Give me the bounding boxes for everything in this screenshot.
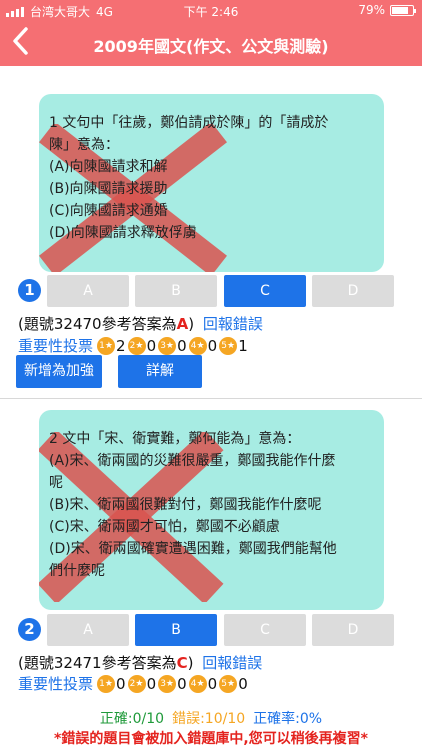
option-d-text: (D)宋、衛兩國確實遭遇困難，鄭國我們能幫他: [49, 541, 337, 557]
option-d-button[interactable]: D: [312, 614, 394, 646]
importance-vote: 重要性投票 1★ 2 2★ 0 3★ 0 4★ 0 5★ 1: [18, 335, 250, 356]
vote-count: 0: [207, 336, 218, 355]
page-title: 2009年國文(作文、公文與測驗): [93, 37, 329, 56]
vote-count: 0: [207, 674, 218, 693]
score-stats: 正確:0/10 錯誤:10/10 正確率:0%: [0, 708, 422, 728]
option-a-text-cont: 呢: [49, 475, 63, 491]
reference-answer-letter: C: [176, 654, 188, 672]
option-a-text: (A)宋、衛兩國的災難很嚴重，鄭國我能作什麼: [49, 453, 336, 469]
reference-answer: (題號32471參考答案為C) 回報錯誤: [18, 652, 262, 673]
answer-row-1: 1 A B C D: [18, 275, 398, 307]
option-d-button[interactable]: D: [312, 275, 394, 307]
wrong-bank-notice: *錯誤的題目會被加入錯題庫中,您可以稍後再複習*: [54, 731, 368, 747]
option-b-button[interactable]: B: [135, 614, 217, 646]
explanation-button[interactable]: 詳解: [118, 355, 202, 388]
reference-suffix: ): [187, 654, 194, 672]
answer-row-2: 2 A B C D: [18, 614, 398, 646]
status-right: 79%: [358, 3, 416, 17]
star-3-icon[interactable]: 3★: [158, 674, 177, 693]
vote-label: 重要性投票: [18, 675, 94, 693]
option-a-button[interactable]: A: [47, 614, 129, 646]
vote-count: 0: [177, 336, 187, 355]
option-c-button[interactable]: C: [224, 614, 306, 646]
score-footer: 正確:0/10 錯誤:10/10 正確率:0% *錯誤的題目會被加入錯題庫中,您可以…: [0, 704, 422, 750]
reference-suffix: ): [188, 315, 195, 333]
question-card-2: 2 文中「宋、衛實難，鄭何能為」意為： (A)宋、衛兩國的災難很嚴重，鄭國我能作…: [39, 410, 384, 610]
vote-count: 1: [238, 336, 248, 355]
importance-vote: 重要性投票 1★ 0 2★ 0 3★ 0 4★ 0 5★ 0: [18, 673, 250, 694]
question-text-line: 2 文中「宋、衛實難，鄭何能為」意為：: [49, 431, 301, 447]
option-a-button[interactable]: A: [47, 275, 129, 307]
option-d-text: (D)向陳國請求釋放俘虜: [49, 225, 197, 241]
question-card-1: 1 文句中「往歲，鄭伯請成於陳」的「請成於 陳」意為： (A)向陳國請求和解 (…: [39, 94, 384, 272]
wrong-count: 錯誤:10/10: [172, 711, 246, 727]
option-b-text: (B)宋、衛兩國很難對付，鄭國我能作什麼呢: [49, 497, 322, 513]
nav-bar: 2009年國文(作文、公文與測驗): [0, 22, 422, 66]
divider: [0, 398, 422, 399]
vote-count: 0: [116, 674, 126, 693]
vote-count: 2: [116, 336, 126, 355]
report-error-link[interactable]: 回報錯誤: [202, 654, 262, 672]
reference-prefix: (題號32470參考答案為: [18, 315, 177, 333]
vote-label: 重要性投票: [18, 337, 94, 355]
option-c-button[interactable]: C: [224, 275, 306, 307]
status-bar: 台湾大哥大 4G 下午 2:46 79%: [0, 0, 422, 22]
report-error-link[interactable]: 回報錯誤: [203, 315, 263, 333]
star-2-icon[interactable]: 2★: [127, 674, 146, 693]
option-a-text: (A)向陳國請求和解: [49, 159, 168, 175]
reference-answer-letter: A: [176, 315, 189, 333]
star-4-icon[interactable]: 4★: [188, 674, 207, 693]
question-number-badge: 2: [18, 618, 41, 641]
option-b-text: (B)向陳國請求援助: [49, 181, 168, 197]
vote-count: 0: [177, 674, 187, 693]
add-to-review-button[interactable]: 新增為加強: [16, 355, 102, 388]
correct-count: 正確:0/10: [99, 711, 165, 727]
star-3-icon[interactable]: 3★: [158, 336, 177, 355]
battery-icon: [390, 4, 416, 16]
vote-count: 0: [238, 674, 248, 693]
option-c-text: (C)宋、衛兩國才可怕，鄭國不必顧慮: [49, 519, 280, 535]
vote-count: 0: [146, 674, 157, 693]
question-number-badge: 1: [18, 279, 41, 302]
question-text-line: 陳」意為：: [49, 137, 119, 153]
star-2-icon[interactable]: 2★: [127, 336, 146, 355]
star-5-icon[interactable]: 5★: [219, 674, 238, 693]
correct-rate: 正確率:0%: [253, 711, 323, 727]
option-d-text-cont: 們什麼呢: [49, 563, 105, 579]
star-1-icon[interactable]: 1★: [97, 336, 116, 355]
star-4-icon[interactable]: 4★: [188, 336, 207, 355]
battery-percent: 79%: [358, 3, 385, 17]
vote-count: 0: [146, 336, 157, 355]
star-1-icon[interactable]: 1★: [97, 674, 116, 693]
question-text-line: 1 文句中「往歲，鄭伯請成於陳」的「請成於: [49, 115, 329, 131]
star-5-icon[interactable]: 5★: [219, 336, 238, 355]
option-c-text: (C)向陳國請求通婚: [49, 203, 168, 219]
reference-prefix: (題號32471參考答案為: [18, 654, 177, 672]
option-b-button[interactable]: B: [135, 275, 217, 307]
reference-answer: (題號32470參考答案為A) 回報錯誤: [18, 313, 263, 334]
